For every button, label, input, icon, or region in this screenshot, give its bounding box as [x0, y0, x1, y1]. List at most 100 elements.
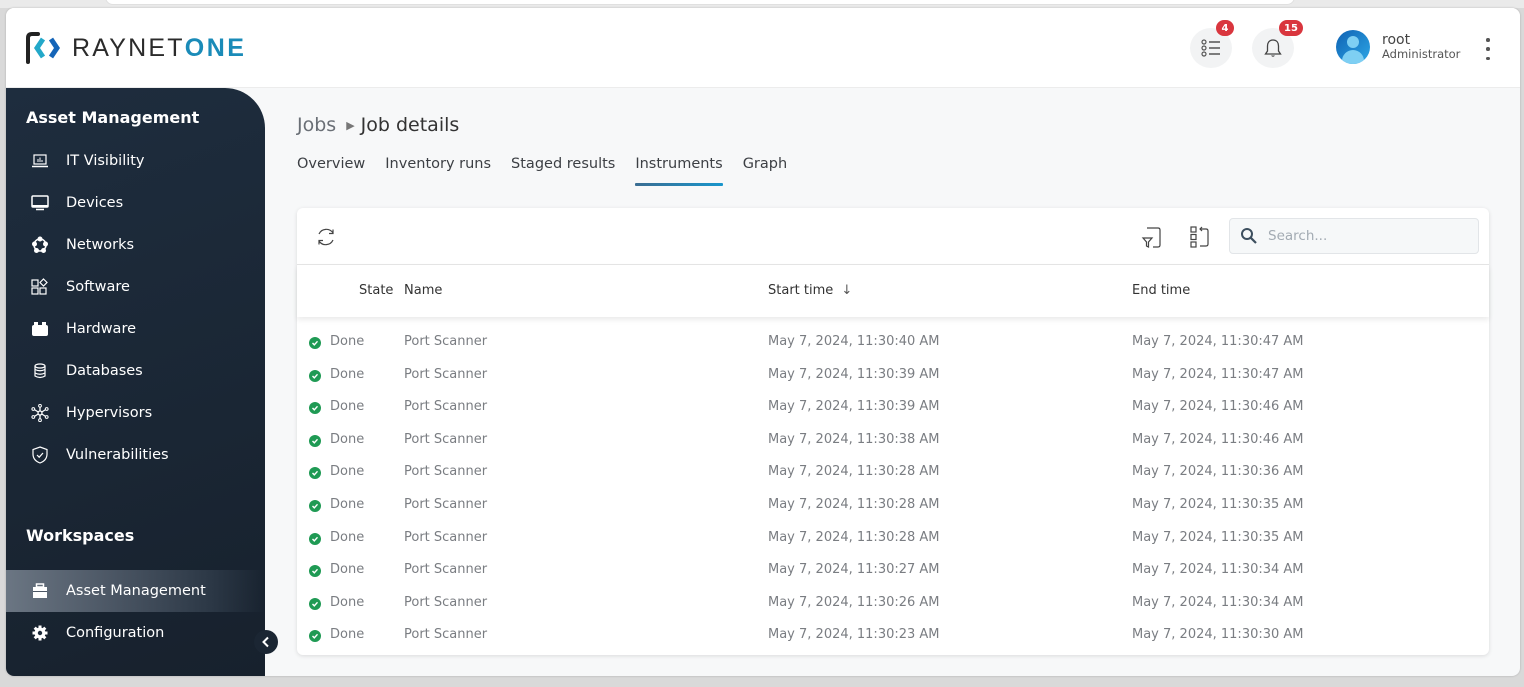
start-time-cell: May 7, 2024, 11:30:27 AM — [768, 562, 940, 578]
gear-icon — [30, 623, 50, 643]
collapse-sidebar-button[interactable] — [254, 630, 278, 654]
status-done-icon — [309, 467, 321, 480]
status-done-icon — [309, 630, 321, 643]
tasks-button[interactable]: 4 — [1190, 20, 1234, 68]
shield-check-icon — [30, 445, 50, 465]
breadcrumb-jobs-link[interactable]: Jobs — [297, 114, 336, 136]
sidebar: Asset Management IT Visibility Devices N… — [6, 88, 265, 676]
status-done-icon — [309, 434, 321, 447]
status-done-icon — [309, 337, 321, 349]
end-time-cell: May 7, 2024, 11:30:36 AM — [1132, 464, 1304, 480]
network-icon — [30, 235, 50, 255]
table-row[interactable]: Done Port Scanner May 7, 2024, 11:30:28 … — [297, 456, 1489, 489]
sidebar-item-label: Databases — [66, 363, 143, 379]
job-detail-tabs: Overview Inventory runs Staged results I… — [297, 156, 807, 186]
table-row[interactable]: Done Port Scanner May 7, 2024, 11:30:39 … — [297, 359, 1489, 392]
tab-overview[interactable]: Overview — [297, 156, 365, 186]
refresh-button[interactable] — [313, 224, 339, 250]
column-header-start-time[interactable]: Start time ↓ — [768, 283, 852, 298]
page-title: Job details — [360, 114, 460, 136]
table-row[interactable]: Done Port Scanner May 7, 2024, 11:30:23 … — [297, 619, 1489, 652]
sidebar-item-software[interactable]: Software — [6, 266, 265, 308]
refresh-icon — [318, 228, 334, 246]
end-time-cell: May 7, 2024, 11:30:30 AM — [1132, 627, 1304, 643]
apps-icon — [30, 277, 50, 297]
end-time-cell: May 7, 2024, 11:30:47 AM — [1132, 334, 1304, 349]
app-window: RAYNETONE 4 15 root Administrator Asset … — [6, 8, 1520, 676]
table-row[interactable]: Done Port Scanner May 7, 2024, 11:30:28 … — [297, 489, 1489, 522]
table-row[interactable]: Done Port Scanner May 7, 2024, 11:30:38 … — [297, 424, 1489, 457]
name-cell: Port Scanner — [404, 464, 488, 480]
end-time-cell: May 7, 2024, 11:30:34 AM — [1132, 562, 1304, 578]
tab-instruments[interactable]: Instruments — [635, 156, 724, 186]
end-time-cell: May 7, 2024, 11:30:34 AM — [1132, 594, 1304, 610]
status-done-icon — [309, 597, 321, 610]
table-row[interactable]: Done Port Scanner May 7, 2024, 11:30:40 … — [297, 326, 1489, 359]
table-row[interactable]: Done Port Scanner May 7, 2024, 11:30:27 … — [297, 554, 1489, 587]
column-settings-button[interactable] — [1187, 224, 1213, 250]
name-cell: Port Scanner — [404, 399, 488, 415]
hypervisor-icon — [30, 403, 50, 423]
avatar — [1336, 30, 1370, 64]
end-time-cell: May 7, 2024, 11:30:46 AM — [1132, 399, 1304, 415]
sidebar-item-label: Devices — [66, 195, 124, 211]
tab-graph[interactable]: Graph — [743, 156, 787, 186]
state-cell: Done — [330, 399, 365, 415]
raynetone-logo[interactable]: RAYNETONE — [26, 32, 246, 64]
instruments-table-card: State Name Start time ↓ End time Done Po… — [297, 208, 1489, 655]
filter-icon — [1141, 227, 1161, 248]
search-field[interactable] — [1229, 218, 1479, 254]
sort-descending-icon: ↓ — [841, 283, 853, 298]
notifications-button[interactable]: 15 — [1252, 20, 1303, 68]
status-done-icon — [309, 402, 321, 415]
column-header-end-time[interactable]: End time — [1132, 283, 1190, 298]
user-menu[interactable]: root Administrator — [1336, 30, 1460, 64]
sidebar-item-it-visibility[interactable]: IT Visibility — [6, 140, 265, 182]
sidebar-item-networks[interactable]: Networks — [6, 224, 265, 266]
workspace-item-configuration[interactable]: Configuration — [6, 612, 265, 654]
user-role: Administrator — [1382, 47, 1461, 61]
more-options-icon[interactable] — [1484, 38, 1492, 60]
state-cell: Done — [330, 431, 365, 447]
sidebar-item-databases[interactable]: Databases — [6, 350, 265, 392]
state-cell: Done — [330, 366, 365, 382]
start-time-cell: May 7, 2024, 11:30:23 AM — [768, 627, 940, 643]
sidebar-item-hypervisors[interactable]: Hypervisors — [6, 392, 265, 434]
sidebar-item-hardware[interactable]: Hardware — [6, 308, 265, 350]
start-time-cell: May 7, 2024, 11:30:26 AM — [768, 594, 940, 610]
filter-button[interactable] — [1139, 224, 1165, 250]
end-time-cell: May 7, 2024, 11:30:35 AM — [1132, 529, 1304, 545]
end-time-cell: May 7, 2024, 11:30:46 AM — [1132, 431, 1304, 447]
start-time-cell: May 7, 2024, 11:30:40 AM — [768, 334, 940, 349]
workspace-item-label: Asset Management — [66, 583, 206, 599]
start-time-cell: May 7, 2024, 11:30:39 AM — [768, 399, 940, 415]
column-header-state[interactable]: State — [359, 283, 393, 298]
status-done-icon — [309, 565, 321, 578]
sidebar-item-label: Vulnerabilities — [66, 447, 169, 463]
sidebar-item-label: Software — [66, 279, 130, 295]
sidebar-item-label: IT Visibility — [66, 153, 145, 169]
sidebar-item-vulnerabilities[interactable]: Vulnerabilities — [6, 434, 265, 476]
bell-icon — [1264, 39, 1282, 57]
sidebar-item-devices[interactable]: Devices — [6, 182, 265, 224]
notifications-count-badge: 15 — [1279, 20, 1303, 36]
column-header-label: Start time — [768, 283, 834, 298]
workspace-item-label: Configuration — [66, 625, 165, 641]
breadcrumb: Jobs ▶ Job details — [297, 114, 459, 136]
logo-mark-icon — [26, 32, 61, 64]
tab-staged-results[interactable]: Staged results — [511, 156, 615, 186]
table-body: Done Port Scanner May 7, 2024, 11:30:40 … — [297, 326, 1489, 652]
column-header-name[interactable]: Name — [404, 283, 442, 298]
workspace-item-asset-management[interactable]: Asset Management — [6, 570, 265, 612]
table-row[interactable]: Done Port Scanner May 7, 2024, 11:30:28 … — [297, 522, 1489, 555]
table-row[interactable]: Done Port Scanner May 7, 2024, 11:30:39 … — [297, 391, 1489, 424]
chevron-left-icon — [262, 636, 269, 648]
search-input[interactable] — [1268, 228, 1468, 244]
tab-inventory-runs[interactable]: Inventory runs — [385, 156, 491, 186]
sidebar-section-title: Asset Management — [26, 108, 200, 127]
task-list-icon — [1201, 39, 1220, 57]
start-time-cell: May 7, 2024, 11:30:28 AM — [768, 464, 940, 480]
name-cell: Port Scanner — [404, 431, 488, 447]
state-cell: Done — [330, 562, 365, 578]
table-row[interactable]: Done Port Scanner May 7, 2024, 11:30:26 … — [297, 587, 1489, 620]
